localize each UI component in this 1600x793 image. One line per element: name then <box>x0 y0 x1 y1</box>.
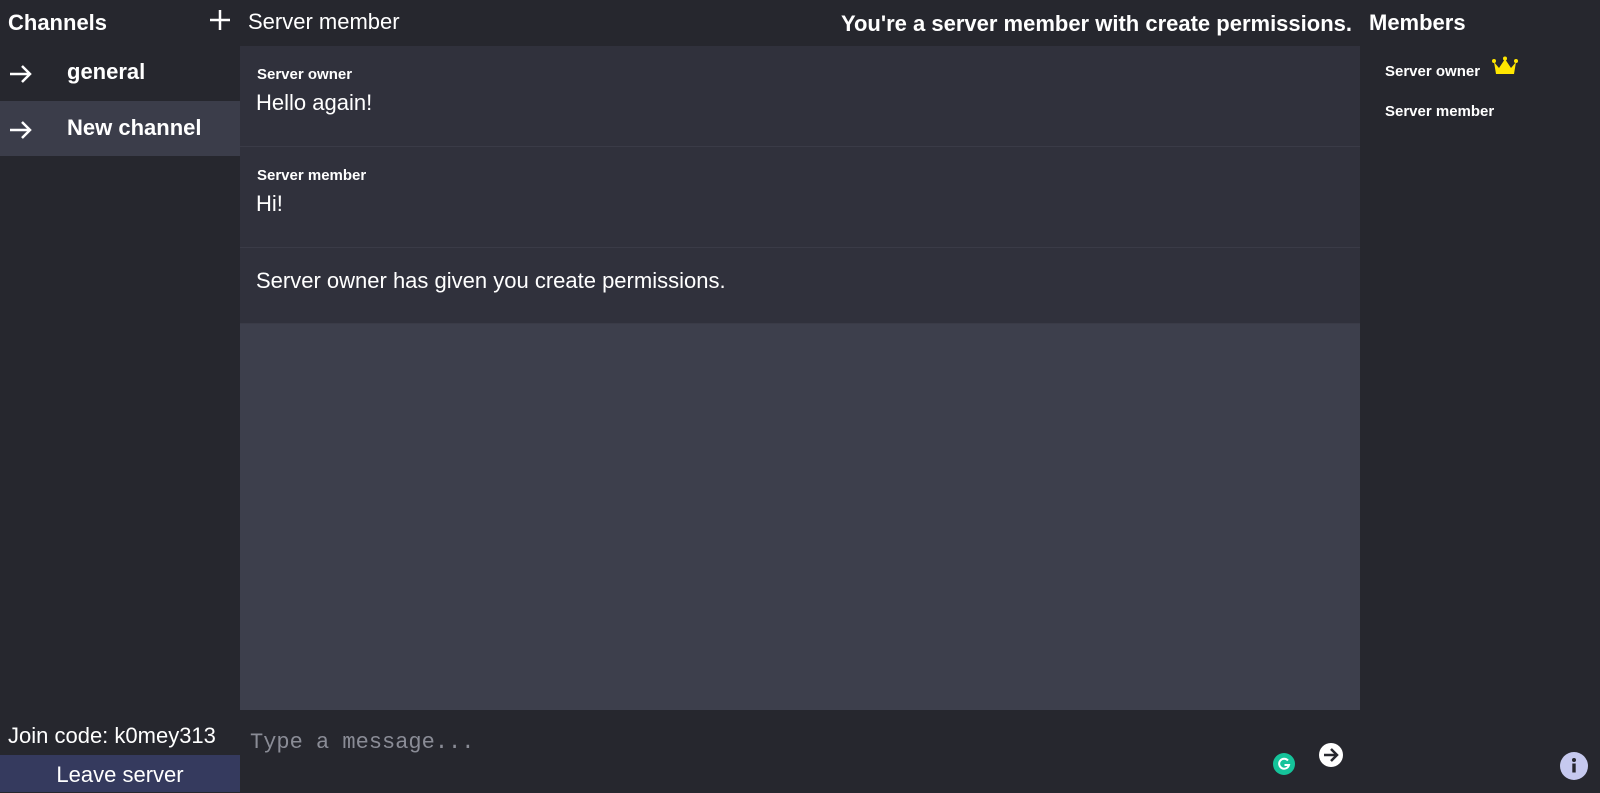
system-message: Server owner has given you create permis… <box>240 248 1360 324</box>
leave-server-button[interactable]: Leave server <box>0 755 240 792</box>
info-icon[interactable] <box>1559 751 1589 781</box>
crown-icon <box>1492 56 1518 74</box>
channels-title: Channels <box>8 10 108 35</box>
send-icon[interactable] <box>1318 742 1344 768</box>
arrow-right-icon <box>10 65 32 83</box>
plus-icon <box>210 10 230 30</box>
join-code: Join code: k0mey313 <box>8 723 216 748</box>
message-author: Server owner <box>257 66 353 83</box>
message-input[interactable] <box>248 726 1252 758</box>
message-text: Server owner has given you create permis… <box>256 268 726 293</box>
arrow-right-icon <box>10 121 32 139</box>
member-item-server-member[interactable]: Server member <box>1385 103 1494 120</box>
channel-label: New channel <box>67 115 202 140</box>
channels-sidebar: Channels general New channel Join code: … <box>0 0 240 792</box>
channel-label: general <box>67 59 146 84</box>
message-item: Server member Hi! <box>240 147 1360 248</box>
channel-item-general[interactable]: general <box>0 45 240 100</box>
message-text: Hello again! <box>256 90 373 115</box>
permission-status: You're a server member with create permi… <box>840 11 1352 36</box>
message-author: Server member <box>257 167 367 184</box>
channel-item-new-channel[interactable]: New channel <box>0 101 240 156</box>
member-item-server-owner[interactable]: Server owner <box>1385 63 1480 80</box>
current-user-name: Server member <box>248 9 400 34</box>
message-list: Server owner Hello again! Server member … <box>240 46 1360 710</box>
message-item: Server owner Hello again! <box>240 46 1360 147</box>
message-composer <box>240 710 1360 792</box>
message-text: Hi! <box>256 191 283 216</box>
grammarly-icon[interactable] <box>1272 752 1296 776</box>
members-title: Members <box>1369 10 1466 35</box>
add-channel-button[interactable] <box>206 6 234 34</box>
